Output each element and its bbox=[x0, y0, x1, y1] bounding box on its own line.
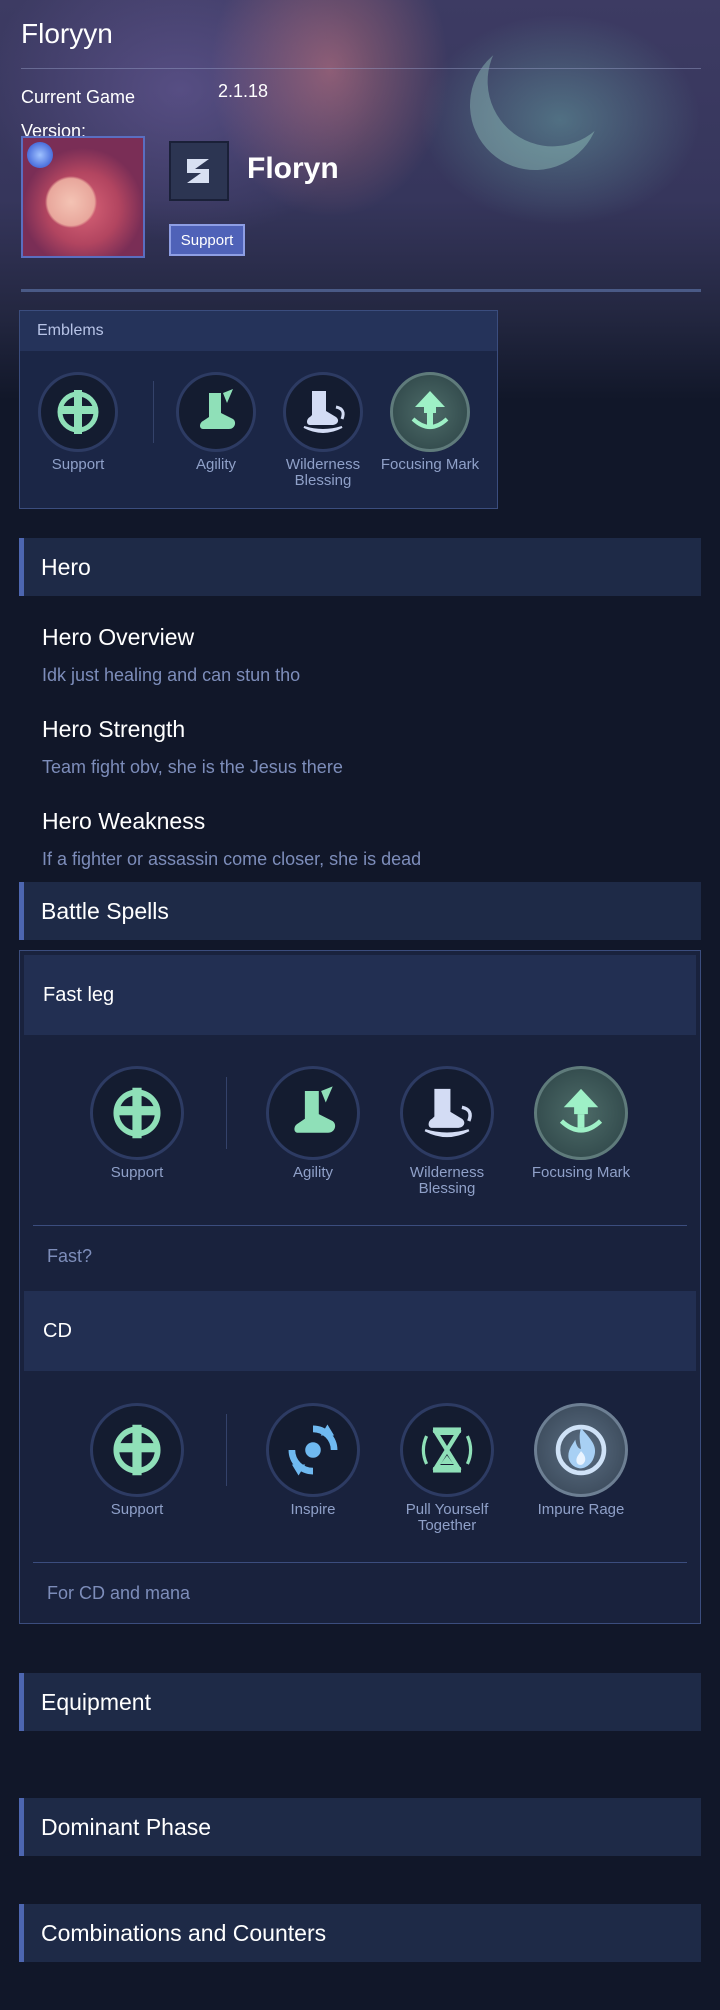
inspire-icon[interactable] bbox=[266, 1403, 360, 1497]
section-hero[interactable]: Hero bbox=[19, 538, 701, 596]
support-emblem-icon[interactable] bbox=[38, 372, 118, 452]
emblem-label: Support bbox=[51, 456, 105, 473]
hero-name: Floryn bbox=[247, 152, 339, 185]
agility-icon[interactable] bbox=[266, 1066, 360, 1160]
build-title: Fast leg bbox=[24, 955, 696, 1035]
title-divider bbox=[21, 68, 701, 69]
build-divider bbox=[33, 1562, 687, 1563]
hero-overview-text: Idk just healing and can stun tho bbox=[42, 665, 301, 685]
build-separator bbox=[226, 1414, 227, 1486]
emblem-label: Wilderness Blessing bbox=[285, 456, 361, 489]
flower-decoration bbox=[27, 142, 53, 168]
hero-strength-title: Hero Strength bbox=[42, 716, 186, 742]
role-badge[interactable]: Support bbox=[169, 224, 245, 256]
section-equipment[interactable]: Equipment bbox=[19, 1673, 701, 1731]
battle-spells-card: Fast leg Support Agility Wilderness Bles… bbox=[19, 950, 701, 1624]
flame-icon[interactable] bbox=[534, 1403, 628, 1497]
focusing-mark-icon[interactable] bbox=[534, 1066, 628, 1160]
hero-overview-title: Hero Overview bbox=[42, 624, 195, 650]
page-title: Floryyn bbox=[21, 18, 113, 49]
hourglass-icon[interactable] bbox=[400, 1403, 494, 1497]
emblems-title: Emblems bbox=[20, 311, 497, 351]
hero-weakness-text: If a fighter or assassin come closer, sh… bbox=[42, 849, 422, 869]
emblem-separator bbox=[153, 381, 154, 443]
build-separator bbox=[226, 1077, 227, 1149]
wilderness-blessing-icon[interactable] bbox=[283, 372, 363, 452]
build-item-label: Focusing Mark bbox=[531, 1164, 631, 1181]
support-emblem-icon[interactable] bbox=[90, 1066, 184, 1160]
agility-icon[interactable] bbox=[176, 372, 256, 452]
build-item-label: Wilderness Blessing bbox=[409, 1164, 485, 1197]
build-title: CD bbox=[24, 1291, 696, 1371]
build-note: Fast? bbox=[47, 1246, 93, 1266]
build-note: For CD and mana bbox=[47, 1583, 191, 1603]
header-divider bbox=[21, 289, 701, 292]
section-battle-spells[interactable]: Battle Spells bbox=[19, 882, 701, 940]
build-item-label: Support bbox=[110, 1501, 164, 1518]
build-item-label: Support bbox=[110, 1164, 164, 1181]
version-value: 2.1.18 bbox=[218, 81, 269, 101]
emblem-label: Agility bbox=[195, 456, 236, 473]
focusing-mark-icon[interactable] bbox=[390, 372, 470, 452]
hero-portrait bbox=[21, 136, 145, 258]
section-dominant-phase[interactable]: Dominant Phase bbox=[19, 1798, 701, 1856]
wilderness-blessing-icon[interactable] bbox=[400, 1066, 494, 1160]
build-item-label: Impure Rage bbox=[537, 1501, 625, 1518]
build-item-label: Inspire bbox=[290, 1501, 336, 1518]
crescent-moon-decoration bbox=[449, 19, 622, 192]
section-combinations-counters[interactable]: Combinations and Counters bbox=[19, 1904, 701, 1962]
emblems-card: Emblems Support Agility Wilderness Bless… bbox=[19, 310, 498, 509]
build-item-label: Agility bbox=[292, 1164, 333, 1181]
build-divider bbox=[33, 1225, 687, 1226]
build-item-label: Pull Yourself Together bbox=[405, 1501, 489, 1534]
hero-weakness-title: Hero Weakness bbox=[42, 808, 206, 834]
support-emblem-icon[interactable] bbox=[90, 1403, 184, 1497]
hero-strength-text: Team fight obv, she is the Jesus there bbox=[42, 757, 343, 777]
emblem-label: Focusing Mark bbox=[380, 456, 480, 473]
support-role-icon bbox=[169, 141, 229, 201]
